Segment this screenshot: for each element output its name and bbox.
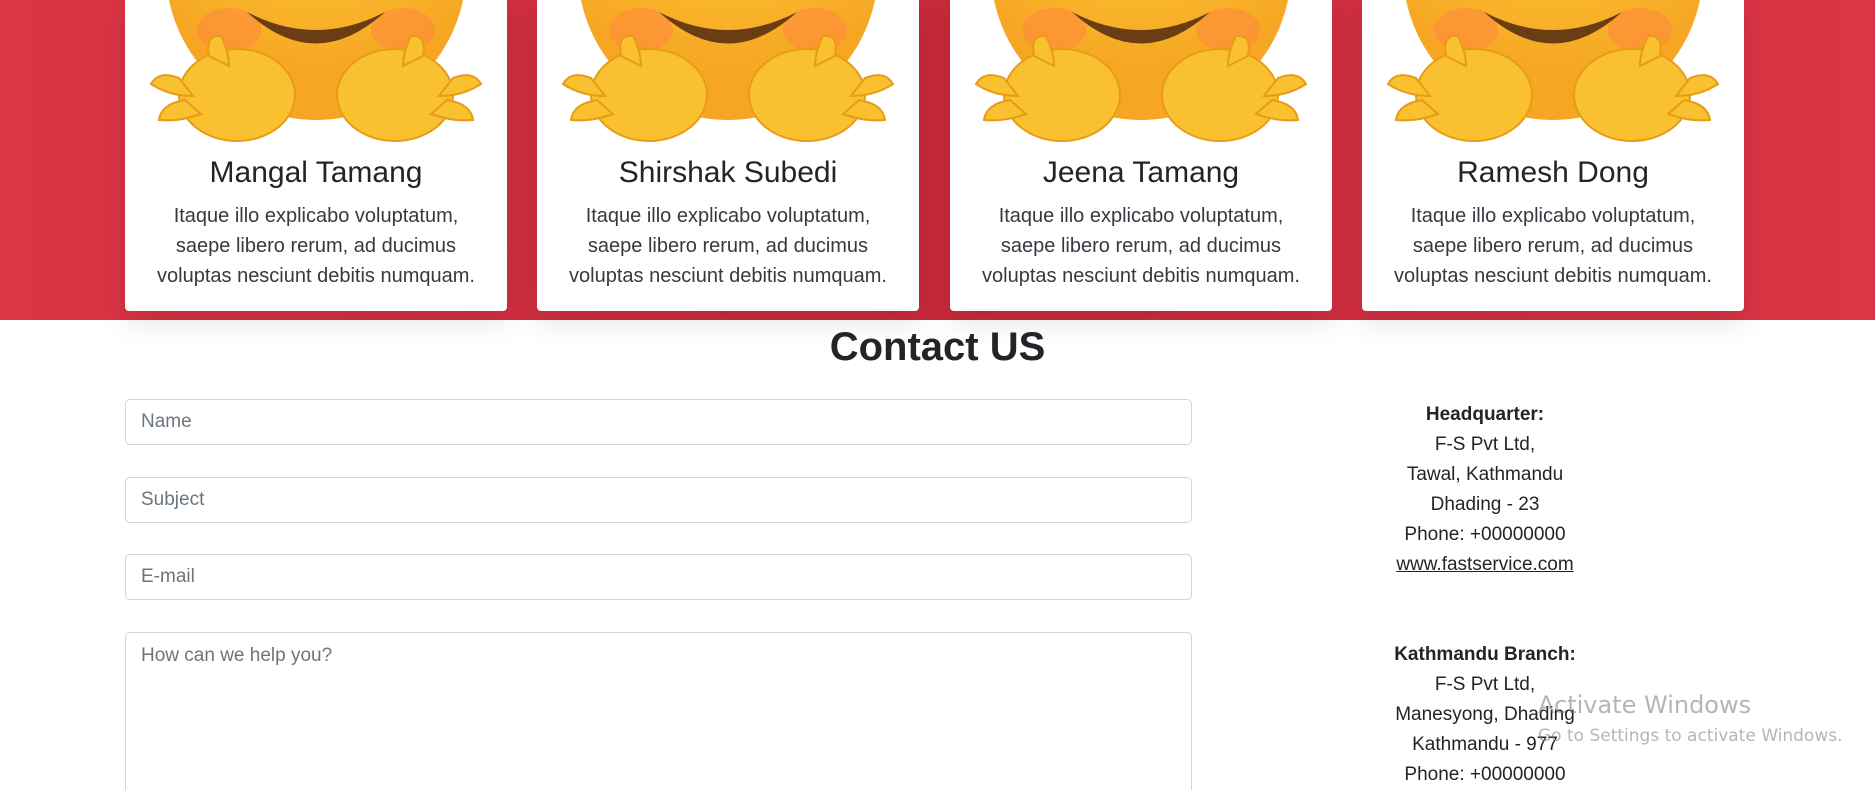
name-input[interactable] (125, 399, 1192, 445)
branch-label: Kathmandu Branch: (1394, 644, 1576, 665)
headquarter-address: Headquarter: F-S Pvt Ltd, Tawal, Kathman… (1350, 400, 1620, 580)
phone-number: Phone: +00000000 (1404, 524, 1566, 545)
message-textarea[interactable] (125, 632, 1192, 790)
hugging-face-emoji-icon (561, 0, 895, 142)
team-card-mangal-tamang: Mangal Tamang Itaque illo explicabo volu… (125, 0, 507, 311)
team-member-description: Itaque illo explicabo voluptatum, saepe … (1394, 205, 1712, 287)
team-member-description: Itaque illo explicabo voluptatum, saepe … (569, 205, 887, 287)
watermark-subtitle: Go to Settings to activate Windows. (1538, 726, 1843, 746)
team-card-shirshak-subedi: Shirshak Subedi Itaque illo explicabo vo… (537, 0, 919, 311)
hugging-face-emoji-icon (974, 0, 1308, 142)
team-member-name: Ramesh Dong (1457, 156, 1649, 189)
team-member-description: Itaque illo explicabo voluptatum, saepe … (157, 205, 475, 287)
subject-input[interactable] (125, 477, 1192, 523)
address-line: Dhading - 23 (1430, 494, 1540, 515)
page: Mangal Tamang Itaque illo explicabo volu… (0, 0, 1875, 790)
team-member-name: Mangal Tamang (209, 156, 423, 189)
team-member-name: Shirshak Subedi (618, 156, 838, 189)
team-member-description: Itaque illo explicabo voluptatum, saepe … (982, 205, 1300, 287)
hugging-face-emoji-icon (149, 0, 483, 142)
headquarter-label: Headquarter: (1425, 404, 1545, 425)
address-line: Tawal, Kathmandu (1406, 464, 1564, 485)
team-member-name: Jeena Tamang (1042, 156, 1240, 189)
address-line: F-S Pvt Ltd, (1434, 434, 1536, 455)
contact-title: Contact US (829, 325, 1046, 369)
team-cards: Mangal Tamang Itaque illo explicabo volu… (125, 0, 1745, 311)
email-input[interactable] (125, 554, 1192, 600)
team-card-jeena-tamang: Jeena Tamang Itaque illo explicabo volup… (950, 0, 1332, 311)
website-link[interactable]: www.fastservice.com (1396, 554, 1573, 575)
team-card-ramesh-dong: Ramesh Dong Itaque illo explicabo volupt… (1362, 0, 1744, 311)
activate-windows-watermark: Activate Windows Go to Settings to activ… (1538, 690, 1843, 748)
hugging-face-emoji-icon (1386, 0, 1720, 142)
watermark-title: Activate Windows (1538, 691, 1752, 719)
phone-number: Phone: +00000000 (1404, 764, 1566, 785)
